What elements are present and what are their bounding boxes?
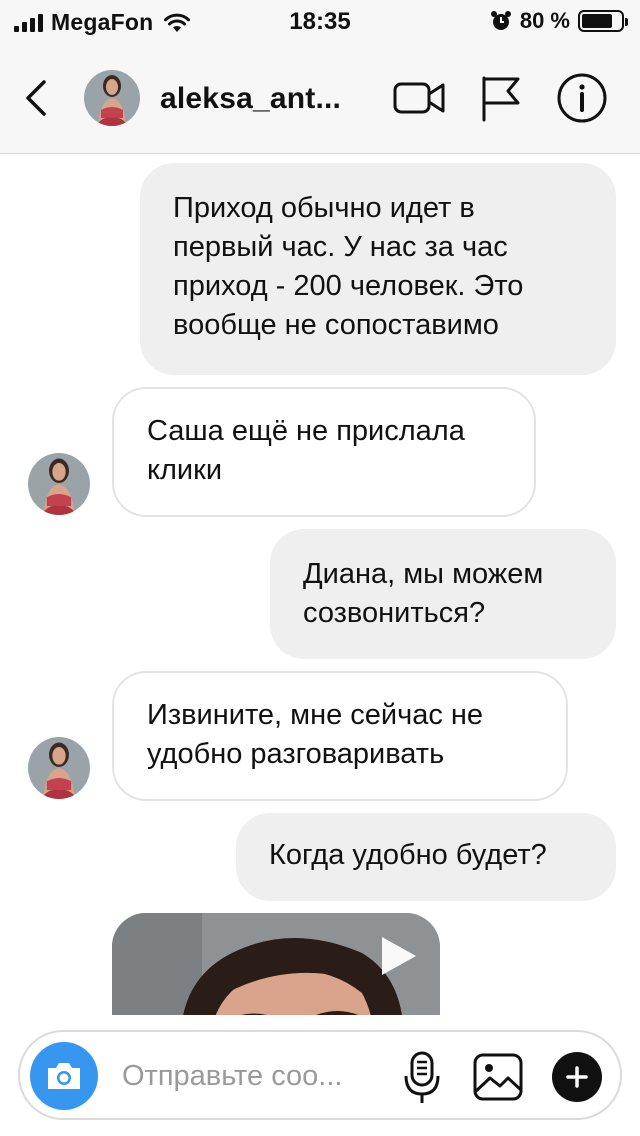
battery-percent: 80 % bbox=[519, 8, 570, 33]
chevron-left-icon[interactable] bbox=[18, 76, 54, 120]
info-icon[interactable] bbox=[556, 72, 608, 124]
message-line: Саша ещё не прислала bbox=[147, 415, 465, 447]
message-line: Когда удобно будет? bbox=[269, 839, 547, 871]
message-line: Диана, мы можем bbox=[303, 558, 544, 590]
battery-level bbox=[582, 14, 613, 28]
message-thread[interactable]: Приход обычно идет в первый час. У нас з… bbox=[0, 155, 640, 1015]
message-bubble-outgoing[interactable]: Приход обычно идет в первый час. У нас з… bbox=[140, 163, 616, 375]
avatar[interactable] bbox=[28, 453, 90, 515]
message-bubble-incoming[interactable]: Извините, мне сейчас не удобно разговари… bbox=[112, 671, 568, 801]
chat-username[interactable]: aleksa_ant... bbox=[160, 82, 341, 116]
message-input[interactable] bbox=[122, 1054, 382, 1098]
message-line: Извините, мне сейчас не bbox=[147, 699, 484, 731]
message-line: Приход обычно идет в bbox=[173, 192, 475, 224]
message-composer bbox=[18, 1030, 622, 1120]
message-line: первый час. У нас за час bbox=[173, 231, 508, 263]
battery-icon bbox=[578, 10, 628, 32]
chat-header: aleksa_ant... bbox=[0, 44, 640, 154]
video-camera-icon[interactable] bbox=[392, 76, 446, 120]
camera-icon bbox=[48, 1063, 80, 1089]
composer-area bbox=[0, 1016, 640, 1136]
gallery-icon[interactable] bbox=[472, 1052, 524, 1102]
message-line: созвониться? bbox=[303, 597, 486, 629]
video-message[interactable] bbox=[112, 913, 440, 1015]
avatar[interactable] bbox=[84, 70, 140, 126]
message-line: удобно разговаривать bbox=[147, 738, 445, 770]
plus-icon bbox=[566, 1066, 588, 1088]
message-line: приход - 200 человек. Это bbox=[173, 270, 524, 302]
status-right: 80 % bbox=[490, 8, 628, 34]
camera-button[interactable] bbox=[30, 1042, 98, 1110]
microphone-icon[interactable] bbox=[402, 1050, 442, 1106]
flag-icon[interactable] bbox=[478, 74, 522, 122]
avatar[interactable] bbox=[28, 737, 90, 799]
status-bar: MegaFon 18:35 80 % bbox=[0, 0, 640, 44]
direct-message-screen: MegaFon 18:35 80 % aleksa_ant... Приход … bbox=[0, 0, 640, 1136]
message-bubble-incoming[interactable]: Саша ещё не прислала клики bbox=[112, 387, 536, 517]
add-button[interactable] bbox=[552, 1052, 602, 1102]
alarm-icon bbox=[490, 11, 511, 30]
play-icon[interactable] bbox=[376, 933, 420, 979]
message-line: клики bbox=[147, 454, 223, 486]
message-line: вообще не сопоставимо bbox=[173, 309, 499, 341]
message-bubble-outgoing[interactable]: Диана, мы можем созвониться? bbox=[270, 529, 616, 659]
message-bubble-outgoing[interactable]: Когда удобно будет? bbox=[236, 813, 616, 901]
